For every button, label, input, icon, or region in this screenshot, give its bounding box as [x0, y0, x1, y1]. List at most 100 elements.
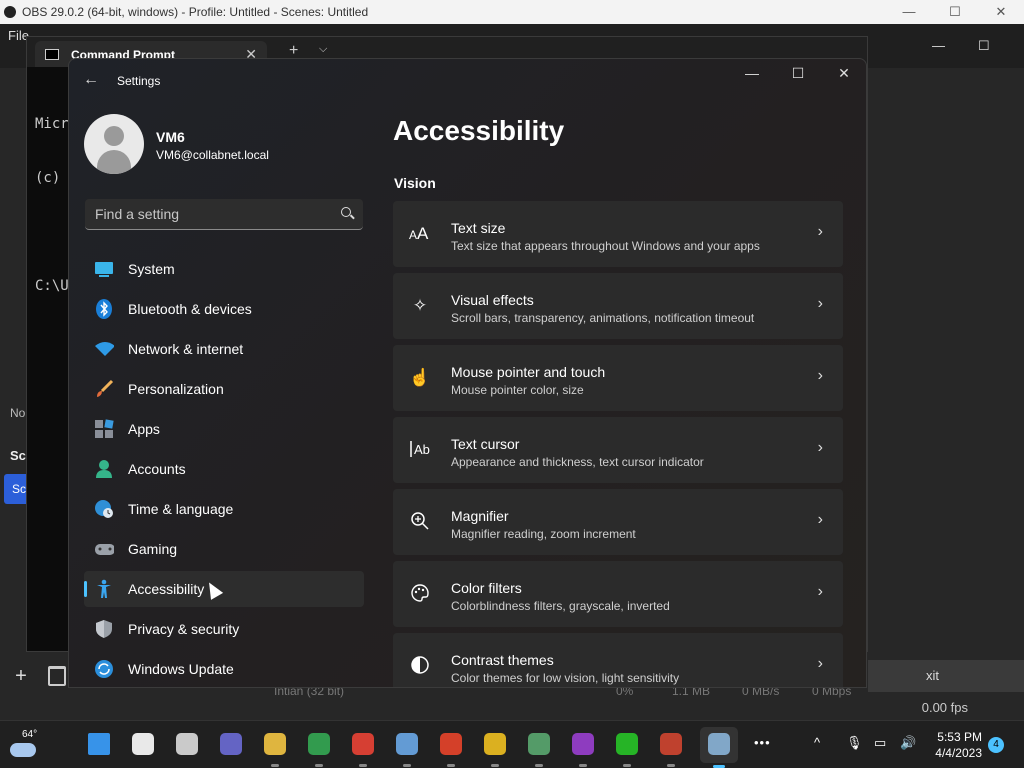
sidebar-item-label: Accounts	[128, 461, 186, 477]
teams-chat-icon	[220, 733, 242, 755]
svg-text:Ab: Ab	[414, 442, 430, 457]
settings-button[interactable]	[700, 727, 738, 768]
card-mouse-pointer[interactable]: ☝ Mouse pointer and touch Mouse pointer …	[393, 345, 843, 411]
sidebar-item-personalization[interactable]: Personalization	[84, 371, 364, 407]
chrome-icon-2	[352, 733, 374, 755]
settings-icon	[708, 733, 730, 755]
sidebar-item-gaming[interactable]: Gaming	[84, 531, 364, 567]
sidebar-item-network[interactable]: Network & internet	[84, 331, 364, 367]
sidebar-item-accounts[interactable]: Accounts	[84, 451, 364, 487]
avatar-head	[104, 126, 124, 146]
clock-time: 5:53 PM	[937, 730, 982, 744]
search-box[interactable]	[85, 199, 363, 230]
card-text-size[interactable]: AA Text size Text size that appears thro…	[393, 201, 843, 267]
avatar[interactable]	[84, 114, 144, 174]
obs-inner-maximize-button[interactable]: ☐	[978, 38, 990, 54]
clock[interactable]: 5:53 PM 4/4/2023	[928, 729, 982, 761]
contrast-icon	[409, 655, 431, 677]
search-icon[interactable]	[341, 207, 351, 217]
gift-app-button[interactable]	[658, 731, 684, 767]
sidebar-item-windows-update[interactable]: Windows Update	[84, 651, 364, 687]
settings-close-button[interactable]: ✕	[821, 59, 866, 89]
sidebar-item-privacy[interactable]: Privacy & security	[84, 611, 364, 647]
sidebar-item-label: Time & language	[128, 501, 234, 517]
weather-temperature: 64°	[22, 729, 38, 740]
back-arrow-icon[interactable]: ←	[83, 71, 99, 89]
sidebar-item-label: Privacy & security	[128, 621, 240, 637]
palette-icon	[409, 583, 431, 605]
chrome-button-2[interactable]	[350, 731, 376, 767]
teams-chat-button[interactable]	[218, 731, 244, 757]
accessibility-icon	[94, 579, 114, 599]
sidebar-item-accessibility[interactable]: Accessibility	[84, 571, 364, 607]
volume-icon[interactable]: 🔊	[900, 735, 916, 755]
settings-maximize-button[interactable]: ☐	[775, 59, 821, 89]
card-title: Mouse pointer and touch	[451, 364, 606, 380]
settings-card-list: AA Text size Text size that appears thro…	[393, 201, 843, 687]
text-app-button[interactable]	[438, 731, 464, 767]
card-subtitle: Mouse pointer color, size	[451, 383, 584, 397]
sidebar-item-bluetooth[interactable]: Bluetooth & devices	[84, 291, 364, 327]
network-app-icon	[396, 733, 418, 755]
card-contrast-themes[interactable]: Contrast themes Color themes for low vis…	[393, 633, 843, 687]
sidebar-item-system[interactable]: System	[84, 251, 364, 287]
brush-icon	[94, 379, 114, 399]
sidebar-item-apps[interactable]: Apps	[84, 411, 364, 447]
more-apps-icon[interactable]: •••	[754, 735, 771, 755]
obs-logo-icon	[4, 6, 16, 18]
snipping-tool-button[interactable]	[526, 731, 552, 767]
card-visual-effects[interactable]: ✧ Visual effects Scroll bars, transparen…	[393, 273, 843, 339]
obs-minimize-button[interactable]: —	[886, 0, 932, 24]
obs-add-icon[interactable]: +	[10, 666, 32, 688]
cmd-tab-icon	[45, 49, 59, 60]
card-title: Magnifier	[451, 508, 509, 524]
chrome-button-1[interactable]	[306, 731, 332, 767]
task-view-button[interactable]	[174, 731, 200, 757]
search-input[interactable]	[85, 199, 325, 229]
obs-trash-icon[interactable]	[48, 666, 66, 686]
file-explorer-button[interactable]	[262, 731, 288, 767]
update-icon	[94, 659, 114, 679]
sidebar-item-label: Network & internet	[128, 341, 244, 357]
obs-maximize-button[interactable]: ☐	[932, 0, 978, 24]
paint-app-button[interactable]	[570, 731, 596, 767]
obs-close-button[interactable]: ✕	[978, 0, 1024, 24]
text-cursor-icon: Ab	[409, 439, 431, 461]
sidebar-item-time-language[interactable]: Time & language	[84, 491, 364, 527]
cmd-line: C:\U	[35, 278, 69, 294]
help-app-button[interactable]	[482, 731, 508, 767]
card-text-cursor[interactable]: Ab Text cursor Appearance and thickness,…	[393, 417, 843, 483]
obs-fps-label: 0.00 fps	[921, 700, 968, 715]
sidebar-item-label: Bluetooth & devices	[128, 301, 252, 317]
card-subtitle: Color themes for low vision, light sensi…	[451, 671, 680, 685]
sparkle-icon: ✧	[412, 296, 428, 315]
obs-inner-minimize-button[interactable]: —	[932, 38, 945, 53]
svg-text:A: A	[417, 224, 429, 241]
start-button[interactable]	[86, 731, 112, 757]
clover-app-button[interactable]	[614, 731, 640, 767]
weather-widget[interactable]: 64°	[8, 729, 44, 761]
section-title: Vision	[394, 175, 436, 191]
obs-exit-button[interactable]: xit	[868, 660, 1024, 692]
network-app-button[interactable]	[394, 731, 420, 767]
network-icon[interactable]: ▭	[874, 735, 886, 755]
chevron-right-icon: ›	[817, 295, 823, 312]
card-color-filters[interactable]: Color filters Colorblindness filters, gr…	[393, 561, 843, 627]
chevron-right-icon: ›	[817, 583, 823, 600]
sidebar-item-label: Personalization	[128, 381, 224, 397]
card-magnifier[interactable]: Magnifier Magnifier reading, zoom increm…	[393, 489, 843, 555]
search-button[interactable]	[130, 731, 156, 757]
card-title: Text cursor	[451, 436, 520, 452]
notification-badge[interactable]: 4	[988, 737, 1004, 753]
tray-chevron-icon[interactable]: ^	[814, 735, 820, 755]
microphone-icon[interactable]: 🎙	[846, 735, 863, 755]
cmd-output: Micr (c) C:\U	[35, 79, 69, 331]
settings-minimize-button[interactable]: —	[729, 59, 775, 89]
sidebar-item-label: Windows Update	[128, 661, 234, 677]
start-icon	[88, 733, 110, 755]
card-title: Color filters	[451, 580, 522, 596]
cmd-dropdown-chevron-icon[interactable]: ⌵	[319, 43, 327, 56]
taskbar: 64° ^ 🎙 ▭ 🔊 ••• 5:53 PM 4/4/2023 4	[0, 720, 1024, 768]
obs-scene-item[interactable]: Sc	[4, 474, 26, 504]
chevron-right-icon: ›	[817, 439, 823, 456]
